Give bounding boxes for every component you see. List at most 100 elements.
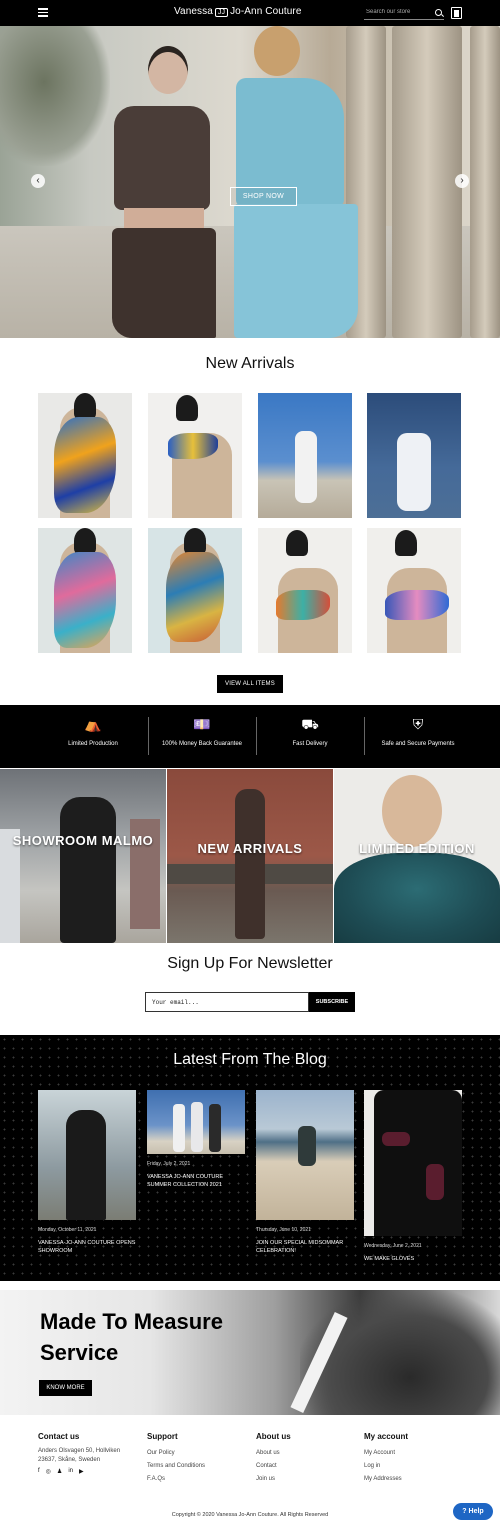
feature-label: Limited Production bbox=[68, 741, 118, 747]
tile-mannequin bbox=[60, 797, 116, 943]
blog-post-date: Wednesday, June 2, 2021 bbox=[364, 1243, 422, 1249]
blog-title: Latest From The Blog bbox=[173, 1051, 327, 1068]
blog-section: Latest From The Blog Monday, October 11,… bbox=[0, 1035, 500, 1281]
blog-post-image[interactable] bbox=[256, 1090, 354, 1220]
blog-post-date: Thursday, June 10, 2021 bbox=[256, 1227, 311, 1233]
blog-post-title[interactable]: VANESSA JO-ANN COUTURE SUMMER COLLECTION… bbox=[147, 1173, 247, 1189]
new-arrivals-title: New Arrivals bbox=[205, 355, 295, 372]
search-input[interactable] bbox=[366, 9, 430, 15]
blog-post-date: Monday, October 11, 2021 bbox=[38, 1227, 97, 1233]
footer-link-contact[interactable]: Contact bbox=[256, 1460, 291, 1473]
tile-label: SHOWROOM MALMO bbox=[12, 833, 154, 848]
product-card[interactable] bbox=[148, 528, 242, 653]
menu-icon[interactable] bbox=[38, 8, 48, 17]
hero-banner: ‹ › SHOP NOW bbox=[0, 26, 500, 338]
search-icon[interactable] bbox=[435, 9, 442, 16]
hero-model-brown-dress bbox=[108, 46, 220, 338]
footer-account: My account My Account Log in My Addresse… bbox=[364, 1432, 408, 1486]
instagram-icon[interactable]: ◎ bbox=[46, 1468, 51, 1475]
facebook-icon[interactable]: f bbox=[38, 1468, 40, 1475]
hero-next-arrow-icon[interactable]: › bbox=[455, 174, 469, 188]
made-to-measure-banner: Made To Measure Service KNOW MORE bbox=[0, 1290, 500, 1415]
footer-link-faqs[interactable]: F.A.Qs bbox=[147, 1473, 205, 1486]
feature-label: 100% Money Back Guarantee bbox=[161, 741, 243, 747]
blog-post-date: Friday, July 2, 2021 bbox=[147, 1161, 191, 1167]
tile-label: LIMITED EDITION bbox=[359, 841, 475, 856]
footer-about: About us About us Contact Join us bbox=[256, 1432, 291, 1486]
feature-label: Fast Delivery bbox=[292, 741, 328, 747]
cart-icon[interactable] bbox=[451, 7, 462, 19]
footer-heading: My account bbox=[364, 1432, 409, 1441]
blog-post-title[interactable]: JOIN OUR SPECIAL MIDSOMMAR CELEBRATION! bbox=[256, 1239, 356, 1255]
snapchat-icon[interactable]: ♟ bbox=[57, 1468, 62, 1475]
brand-name-left: Vanessa bbox=[174, 6, 213, 17]
footer-link-addresses[interactable]: My Addresses bbox=[364, 1473, 408, 1486]
product-card[interactable] bbox=[258, 393, 352, 518]
product-card[interactable] bbox=[367, 393, 461, 518]
footer-address: Anders Olsvagen 50, Hollviken 23637, Skå… bbox=[38, 1448, 121, 1463]
footer-link-login[interactable]: Log in bbox=[364, 1460, 408, 1473]
help-button[interactable]: ? Help bbox=[453, 1503, 493, 1520]
product-card[interactable] bbox=[38, 393, 132, 518]
brand-mark: JJ bbox=[214, 8, 229, 17]
blog-post[interactable]: Wednesday, June 2, 2021 WE MAKE GLOVES bbox=[364, 1090, 464, 1263]
shop-now-button[interactable]: SHOP NOW bbox=[230, 187, 297, 206]
blog-post-image[interactable] bbox=[364, 1090, 462, 1236]
mtm-title: Made To Measure Service bbox=[40, 1309, 223, 1365]
footer-heading: Contact us bbox=[38, 1432, 80, 1441]
brand-name-right: Jo-Ann Couture bbox=[230, 6, 302, 17]
copyright: Copyright © 2020 Vanessa Jo-Ann Couture.… bbox=[171, 1512, 329, 1518]
footer-contact: Contact us Anders Olsvagen 50, Hollviken… bbox=[38, 1432, 128, 1475]
youtube-icon[interactable]: ▶ bbox=[79, 1468, 84, 1475]
tent-icon: ⛺ bbox=[84, 716, 102, 732]
footer-link-my-account[interactable]: My Account bbox=[364, 1447, 408, 1460]
feature-money-back: 💷 100% Money Back Guarantee bbox=[148, 705, 256, 768]
tile-ruffle-dress bbox=[334, 853, 500, 943]
feature-label: Safe and Secure Payments bbox=[381, 741, 455, 747]
hero-column bbox=[470, 26, 500, 338]
footer-link-join[interactable]: Join us bbox=[256, 1473, 291, 1486]
tile-model bbox=[235, 789, 265, 939]
newsletter-title: Sign Up For Newsletter bbox=[167, 955, 333, 972]
blog-post[interactable]: Friday, July 2, 2021 VANESSA JO-ANN COUT… bbox=[147, 1090, 247, 1189]
blog-post-title[interactable]: WE MAKE GLOVES bbox=[364, 1255, 464, 1263]
footer-heading: Support bbox=[147, 1432, 178, 1441]
hero-prev-arrow-icon[interactable]: ‹ bbox=[31, 174, 45, 188]
tile-label: NEW ARRIVALS bbox=[197, 841, 303, 856]
footer-support: Support Our Policy Terms and Conditions … bbox=[147, 1432, 205, 1486]
newsletter-email-input[interactable] bbox=[145, 992, 309, 1012]
tile-limited-edition[interactable]: LIMITED EDITION bbox=[334, 769, 500, 943]
blog-post-image[interactable] bbox=[147, 1090, 245, 1154]
social-links: f ◎ ♟ in ▶ bbox=[38, 1468, 128, 1475]
feature-fast-delivery: ⛟ Fast Delivery bbox=[256, 705, 364, 768]
product-card[interactable] bbox=[148, 393, 242, 518]
brand-logo[interactable]: Vanessa JJ Jo-Ann Couture bbox=[174, 6, 302, 17]
blog-post[interactable]: Monday, October 11, 2021 VANESSA-JO-ANN … bbox=[38, 1090, 138, 1255]
hero-model-blue-dress bbox=[228, 26, 360, 338]
blog-post-title[interactable]: VANESSA-JO-ANN COUTURE OPENS SHOWROOM bbox=[38, 1239, 138, 1255]
know-more-button[interactable]: KNOW MORE bbox=[39, 1380, 92, 1396]
subscribe-button[interactable]: SUBSCRIBE bbox=[309, 992, 355, 1012]
footer-heading: About us bbox=[256, 1432, 291, 1441]
blog-post-image[interactable] bbox=[38, 1090, 136, 1220]
footer-link-policy[interactable]: Our Policy bbox=[147, 1447, 205, 1460]
features-bar: ⛺ Limited Production 💷 100% Money Back G… bbox=[0, 705, 500, 768]
site-header: Vanessa JJ Jo-Ann Couture bbox=[0, 0, 500, 26]
product-card[interactable] bbox=[38, 528, 132, 653]
tile-showroom-malmo[interactable]: SHOWROOM MALMO bbox=[0, 769, 166, 943]
hero-column bbox=[392, 26, 462, 338]
shield-icon: ⛨ bbox=[412, 716, 424, 732]
view-all-items-button[interactable]: VIEW ALL ITEMS bbox=[217, 675, 283, 693]
tile-new-arrivals[interactable]: NEW ARRIVALS bbox=[167, 769, 333, 943]
linkedin-icon[interactable]: in bbox=[68, 1468, 73, 1475]
hero-tree bbox=[0, 26, 110, 166]
feature-secure-payments: ⛨ Safe and Secure Payments bbox=[364, 705, 472, 768]
blog-post[interactable]: Thursday, June 10, 2021 JOIN OUR SPECIAL… bbox=[256, 1090, 356, 1255]
tile-face bbox=[382, 775, 442, 847]
truck-icon: ⛟ bbox=[301, 716, 319, 732]
footer-link-about[interactable]: About us bbox=[256, 1447, 291, 1460]
product-card[interactable] bbox=[367, 528, 461, 653]
product-card[interactable] bbox=[258, 528, 352, 653]
footer-link-terms[interactable]: Terms and Conditions bbox=[147, 1460, 205, 1473]
money-icon: 💷 bbox=[193, 716, 211, 732]
